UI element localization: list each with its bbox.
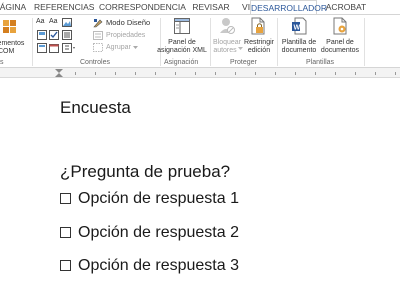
group-button[interactable]: Agrupar bbox=[106, 43, 131, 52]
document-panel-icon[interactable] bbox=[332, 17, 348, 35]
plain-text-control-icon[interactable]: Aa bbox=[49, 18, 58, 25]
group-label-controles: Controles bbox=[80, 59, 110, 66]
building-block-control-icon[interactable] bbox=[37, 30, 47, 40]
document-template-icon[interactable]: W bbox=[291, 17, 307, 35]
group-icon bbox=[93, 43, 103, 52]
ribbon-tabs: ÁGINA REFERENCIAS CORRESPONDENCIA REVISA… bbox=[0, 0, 400, 15]
design-mode-icon[interactable] bbox=[93, 18, 103, 28]
indent-marker-icon[interactable] bbox=[55, 69, 63, 78]
design-mode-button[interactable]: Modo Diseño bbox=[106, 18, 150, 27]
horizontal-ruler[interactable] bbox=[0, 68, 400, 78]
tab-referencias[interactable]: REFERENCIAS bbox=[34, 0, 94, 14]
document-page[interactable]: Encuesta ¿Pregunta de prueba? Opción de … bbox=[0, 79, 400, 305]
tab-desarrollador[interactable]: DESARROLLADOR bbox=[250, 0, 327, 15]
answer-option[interactable]: Opción de respuesta 2 bbox=[60, 224, 239, 242]
properties-button[interactable]: Propiedades bbox=[106, 31, 145, 40]
restrict-editing-icon[interactable] bbox=[250, 17, 266, 35]
group-label-complementos: s bbox=[0, 59, 4, 66]
tab-acrobat[interactable]: ACROBAT bbox=[324, 0, 368, 14]
restrict-editing-label: edición bbox=[247, 47, 271, 54]
group-label-plantillas: Plantillas bbox=[306, 59, 335, 66]
group-divider bbox=[210, 18, 211, 66]
tab-pagina[interactable]: ÁGINA bbox=[0, 0, 28, 14]
tab-correspondencia[interactable]: CORRESPONDENCIA bbox=[99, 0, 186, 14]
legacy-tools-icon[interactable] bbox=[62, 43, 76, 53]
ribbon: lementos COM s Aa Aa Modo Diseño bbox=[0, 14, 400, 68]
group-divider bbox=[364, 18, 365, 66]
document-panel-label: documentos bbox=[320, 47, 360, 54]
answer-option-label: Opción de respuesta 1 bbox=[78, 190, 239, 207]
group-divider bbox=[277, 18, 278, 66]
group-divider bbox=[160, 18, 161, 66]
answer-option-label: Opción de respuesta 3 bbox=[78, 257, 239, 274]
survey-question: ¿Pregunta de prueba? bbox=[60, 162, 231, 181]
chevron-down-icon bbox=[133, 46, 138, 49]
com-addins-label-2: COM bbox=[0, 48, 15, 55]
checkbox[interactable] bbox=[60, 227, 71, 238]
svg-text:W: W bbox=[294, 25, 301, 32]
group-label-asignacion: Asignación bbox=[164, 59, 199, 66]
document-title: Encuesta bbox=[60, 98, 131, 117]
document-template-label: documento bbox=[281, 47, 317, 54]
checkbox[interactable] bbox=[60, 193, 71, 204]
picture-control-icon[interactable] bbox=[62, 18, 72, 27]
checkbox[interactable] bbox=[60, 260, 71, 271]
xml-mapping-pane-label: asignación XML bbox=[157, 47, 207, 54]
checkbox-control-icon[interactable] bbox=[49, 30, 59, 40]
com-addins-icon[interactable] bbox=[2, 18, 18, 36]
properties-icon bbox=[93, 31, 103, 40]
rich-text-control-icon[interactable]: Aa bbox=[36, 18, 45, 25]
block-authors-label: autores bbox=[213, 47, 237, 54]
tab-revisar[interactable]: REVISAR bbox=[190, 0, 232, 14]
answer-option[interactable]: Opción de respuesta 1 bbox=[60, 190, 239, 208]
date-picker-control-icon[interactable] bbox=[49, 43, 59, 53]
combo-box-control-icon[interactable] bbox=[62, 30, 72, 40]
xml-mapping-pane-icon[interactable] bbox=[174, 18, 190, 34]
group-label-proteger: Proteger bbox=[230, 59, 257, 66]
group-divider bbox=[32, 18, 33, 66]
block-authors-icon bbox=[220, 18, 235, 34]
dropdown-list-control-icon[interactable] bbox=[37, 43, 47, 53]
answer-option-label: Opción de respuesta 2 bbox=[78, 224, 239, 241]
answer-option[interactable]: Opción de respuesta 3 bbox=[60, 257, 239, 275]
